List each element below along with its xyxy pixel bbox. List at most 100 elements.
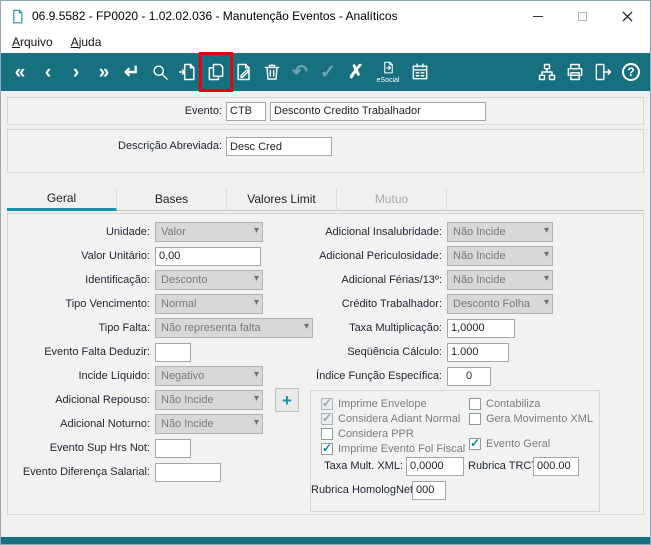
- form-row: Valor Unitário:: [8, 244, 313, 268]
- tipo-vencimento-select[interactable]: Normal: [155, 294, 263, 314]
- maximize-button[interactable]: [560, 1, 605, 31]
- calendar-button[interactable]: [406, 55, 434, 89]
- taxa-multiplicacao-input[interactable]: [447, 318, 515, 338]
- cancel-button[interactable]: ✗: [342, 55, 370, 89]
- gera-movimento-xml-label: Gera Movimento XML: [486, 413, 593, 425]
- tipo-vencimento-value: Normal: [161, 298, 197, 310]
- adicional-noturno-select[interactable]: Não Incide: [155, 414, 263, 434]
- imprime-evento-fol-checkbox[interactable]: Imprime Evento Fol Fiscal: [321, 441, 466, 456]
- form-row: Taxa Multiplicação:: [304, 316, 553, 340]
- adicional-noturno-value: Não Incide: [161, 418, 214, 430]
- credito-trabalhador-select[interactable]: Desconto Folha: [447, 294, 553, 314]
- gera-movimento-xml-checkbox[interactable]: Gera Movimento XML: [469, 412, 593, 426]
- toolbar: « ‹ › » ↵ ↶ ✓ ✗ eSocial ?: [1, 52, 650, 92]
- copy-record-button[interactable]: [199, 52, 233, 92]
- imprime-envelope-checkbox[interactable]: Imprime Envelope: [321, 396, 465, 411]
- next-record-button[interactable]: ›: [62, 55, 90, 89]
- rubrica-homolognet-input[interactable]: [412, 480, 446, 500]
- checkbox-box: [469, 413, 481, 425]
- checkbox-column-left: Imprime Envelope Considera Adiant Normal…: [321, 396, 466, 457]
- app-icon: [10, 9, 25, 24]
- form-row: Tipo Vencimento: Normal: [8, 292, 313, 316]
- prev-record-icon: ‹: [44, 61, 52, 83]
- identificacao-value: Desconto: [161, 274, 208, 286]
- evento-diferenca-salarial-label: Evento Diferença Salarial:: [22, 466, 150, 478]
- taxa-mult-xml-label: Taxa Mult. XML:: [324, 460, 403, 472]
- adicional-insalubridade-select[interactable]: Não Incide: [447, 222, 553, 242]
- close-button[interactable]: [605, 1, 650, 31]
- go-to-button[interactable]: ↵: [118, 55, 146, 89]
- search-button[interactable]: [146, 55, 174, 89]
- adicional-repouso-select[interactable]: Não Incide: [155, 390, 263, 410]
- chevron-down-icon: [254, 226, 259, 236]
- imprime-evento-fol-label: Imprime Evento Fol Fiscal: [338, 443, 466, 455]
- tab-bar: Geral Bases Valores Limit Mutuo: [7, 188, 644, 211]
- form-row: Adicional Férias/13º: Não Incide: [304, 268, 553, 292]
- first-record-button[interactable]: «: [6, 55, 34, 89]
- esocial-document-icon: [383, 61, 393, 73]
- new-record-button[interactable]: [174, 55, 202, 89]
- sequencia-calculo-input[interactable]: [447, 342, 509, 362]
- form-row: Identificação: Desconto: [8, 268, 313, 292]
- tab-bases[interactable]: Bases: [117, 188, 227, 211]
- menu-ajuda[interactable]: Ajuda: [62, 33, 111, 51]
- edit-record-button[interactable]: [230, 55, 258, 89]
- prev-record-button[interactable]: ‹: [34, 55, 62, 89]
- geral-tab-panel: Unidade: Valor Valor Unitário: Identific…: [7, 213, 644, 515]
- exit-icon: [595, 63, 612, 81]
- evento-geral-checkbox[interactable]: Evento Geral: [469, 436, 593, 451]
- form-row: Seqüência Cálculo:: [304, 340, 553, 364]
- tipo-falta-select[interactable]: Não representa falta: [155, 318, 313, 338]
- evento-sup-hrs-input[interactable]: [155, 438, 191, 458]
- evento-diferenca-salarial-input[interactable]: [155, 462, 221, 482]
- form-row: Adicional Repouso: Não Incide +: [8, 388, 313, 412]
- identificacao-label: Identificação:: [85, 274, 150, 286]
- delete-record-button[interactable]: [258, 55, 286, 89]
- adicional-periculosidade-select[interactable]: Não Incide: [447, 246, 553, 266]
- rubrica-trct-input[interactable]: [533, 456, 579, 476]
- identificacao-select[interactable]: Desconto: [155, 270, 263, 290]
- tipo-vencimento-label: Tipo Vencimento:: [65, 298, 150, 310]
- descricao-abreviada-input[interactable]: [226, 137, 332, 156]
- check-icon: ✓: [320, 61, 336, 83]
- undo-button[interactable]: ↶: [286, 55, 314, 89]
- valor-unitario-input[interactable]: [155, 246, 261, 266]
- form-row: Adicional Insalubridade: Não Incide: [304, 220, 553, 244]
- plus-icon: +: [282, 390, 292, 410]
- evento-code-input[interactable]: [226, 101, 266, 121]
- first-record-icon: «: [14, 61, 26, 83]
- add-button[interactable]: +: [275, 388, 299, 412]
- tab-valores-limit[interactable]: Valores Limit: [227, 188, 337, 211]
- taxa-multiplicacao-label: Taxa Multiplicação:: [349, 322, 442, 334]
- last-record-button[interactable]: »: [90, 55, 118, 89]
- form-right-column: Adicional Insalubridade: Não Incide Adic…: [304, 220, 553, 388]
- print-button[interactable]: [561, 55, 589, 89]
- unidade-select[interactable]: Valor: [155, 222, 263, 242]
- evento-description-input[interactable]: [270, 101, 486, 121]
- esocial-button[interactable]: eSocial: [370, 55, 406, 89]
- descricao-panel: Descrição Abreviada:: [7, 129, 644, 173]
- tipo-falta-label: Tipo Falta:: [98, 322, 150, 334]
- considera-ppr-checkbox[interactable]: Considera PPR: [321, 427, 465, 441]
- menu-arquivo[interactable]: Arquivo: [3, 33, 62, 51]
- form-row: Crédito Trabalhador: Desconto Folha: [304, 292, 553, 316]
- considera-ppr-label: Considera PPR: [338, 428, 414, 440]
- incide-liquido-select[interactable]: Negativo: [155, 366, 263, 386]
- tab-geral[interactable]: Geral: [7, 188, 117, 211]
- chevron-down-icon: [544, 298, 549, 308]
- indice-funcao-input[interactable]: [447, 366, 491, 386]
- chevron-down-icon: [544, 250, 549, 260]
- taxa-mult-xml-input[interactable]: [406, 456, 464, 476]
- evento-geral-label: Evento Geral: [486, 438, 551, 450]
- last-record-icon: »: [98, 61, 110, 83]
- hierarchy-button[interactable]: [533, 55, 561, 89]
- help-button[interactable]: ?: [617, 55, 645, 89]
- adicional-ferias-select[interactable]: Não Incide: [447, 270, 553, 290]
- checkbox-column-right: Contabiliza Gera Movimento XML Evento Ge…: [469, 397, 593, 452]
- exit-button[interactable]: [589, 55, 617, 89]
- minimize-button[interactable]: [515, 1, 560, 31]
- considera-adiant-checkbox[interactable]: Considera Adiant Normal: [321, 411, 465, 426]
- evento-falta-deduzir-input[interactable]: [155, 342, 191, 362]
- confirm-button[interactable]: ✓: [314, 55, 342, 89]
- contabiliza-checkbox[interactable]: Contabiliza: [469, 397, 593, 411]
